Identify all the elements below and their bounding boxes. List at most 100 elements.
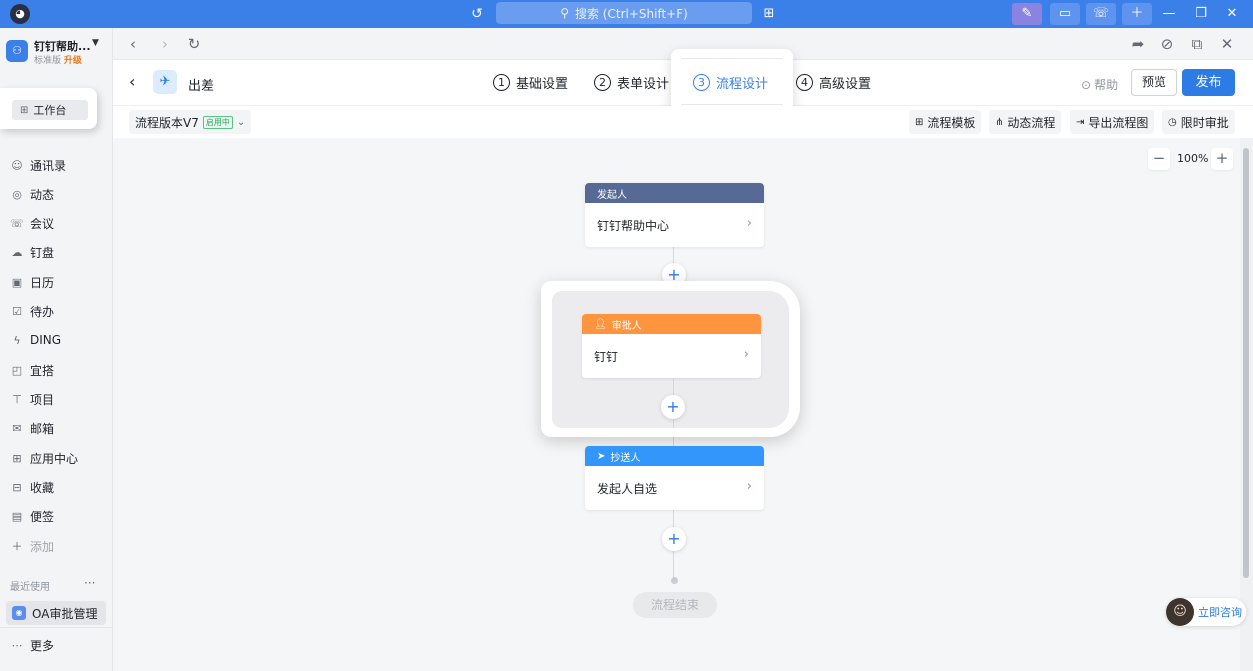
plus-icon: ＋ [11,540,23,553]
version-selector[interactable]: 流程版本V7 启用中 ⌄ [129,110,252,134]
search-icon: ⚲ [560,6,569,20]
workbench-icon: ⊞ [20,104,29,116]
back-nav-icon[interactable]: ‹ [123,34,143,54]
tab-advanced-settings[interactable]: 4 高级设置 [796,73,871,92]
ai-assistant-icon[interactable]: ✎ [1012,3,1042,25]
sidebar-item-note[interactable]: ▤ 便签 [10,504,106,528]
sidebar-item-mail[interactable]: ✉ 邮箱 [10,416,106,440]
add-node-button[interactable]: + [661,395,685,419]
recent-section-label: 最近使用 [10,582,50,593]
drive-icon: ☁ [11,245,23,259]
scrollbar-thumb[interactable] [1243,148,1249,578]
initiator-node[interactable]: 发起人 钉钉帮助中心 › [585,183,764,247]
sidebar-item-ding[interactable]: ϟ DING [10,328,106,352]
search-input[interactable]: ⚲ 搜索 (Ctrl+Shift+F) [496,2,752,24]
process-toolbar: 流程版本V7 启用中 ⌄ ⊞ 流程模板 ⋔ 动态流程 ⇥ 导出流程图 ◷ 限时审… [113,106,1253,138]
approver-node[interactable]: 👤︎ 审批人 钉钉 › [582,314,761,378]
org-switcher[interactable]: ⚇ 钉钉帮助... ▼ 标准版 升级 [6,38,110,68]
close-icon[interactable]: ✕ [1221,3,1243,25]
dynamic-process-button[interactable]: ⋔ 动态流程 [989,110,1062,134]
feed-icon: ◎ [12,187,22,201]
hierarchy-icon: ⋔ [995,116,1004,128]
ding-icon: ϟ [13,333,21,347]
close-page-icon[interactable]: ✕ [1217,34,1237,54]
form-title: 出差 [188,79,215,94]
sidebar-item-feed[interactable]: ◎ 动态 [10,182,106,206]
link-icon[interactable]: ⊘ [1157,34,1177,54]
back-arrow-icon[interactable]: ‹ [129,72,135,91]
clock-icon: ◷ [1168,116,1177,128]
sidebar-item-add[interactable]: ＋ 添加 [10,534,106,558]
restore-icon[interactable]: ❐ [1190,3,1212,25]
recent-item-oa[interactable]: ◉ OA审批管理 [6,601,106,625]
highlight-rule [681,58,783,59]
more-options-icon[interactable]: ··· [84,576,95,590]
send-icon: ➤ [597,450,606,462]
chevron-down-icon: ⌄ [236,116,246,128]
agent-avatar: ☺ [1166,598,1194,626]
highlight-rule [681,104,783,105]
template-icon: ⊞ [915,116,924,128]
share-icon[interactable]: ➦ [1128,34,1148,54]
chevron-right-icon: › [746,216,752,231]
end-dot [671,577,678,584]
node-body: 钉钉帮助中心 › [597,216,752,233]
screen-share-icon[interactable]: ▭ [1050,3,1080,25]
sidebar-item-workbench[interactable]: ⊞ 工作台 [12,100,88,120]
cc-node[interactable]: ➤ 抄送人 发起人自选 › [585,446,764,510]
node-body: 发起人自选 › [597,479,752,496]
add-icon[interactable]: ＋ [1122,3,1152,25]
zoom-in-button[interactable]: + [1211,148,1233,170]
sidebar-item-yida[interactable]: ◰ 宜搭 [10,358,106,382]
airplane-icon: ✈ [153,70,177,94]
sidebar-item-contacts[interactable]: ☺ 通讯录 [10,153,106,177]
tab-process-design[interactable]: 3 流程设计 [693,73,768,92]
sidebar-item-drive[interactable]: ☁ 钉盘 [10,240,106,264]
consult-button[interactable]: ☺ 立即咨询 [1166,598,1246,626]
sidebar-item-app-center[interactable]: ⊞ 应用中心 [10,446,106,470]
status-badge: 启用中 [202,115,233,129]
refresh-icon[interactable]: ↻ [184,34,204,54]
preview-button[interactable]: 预览 [1131,69,1177,96]
project-icon: ⊤ [12,392,22,406]
sidebar-item-todo[interactable]: ☑ 待办 [10,299,106,323]
dingtalk-logo-icon[interactable]: ◕ [10,4,30,24]
publish-button[interactable]: 发布 [1182,69,1235,96]
org-name: 钉钉帮助... [34,40,91,53]
sidebar-divider [0,627,112,628]
todo-icon: ☑ [12,304,22,318]
sidebar-item-favorites[interactable]: ⊟ 收藏 [10,475,106,499]
help-link[interactable]: ⊙ 帮助 [1081,76,1118,93]
time-limit-button[interactable]: ◷ 限时审批 [1162,110,1235,134]
chevron-down-icon: ▼ [92,38,99,48]
grid-plus-icon[interactable]: ⊞ [760,5,778,23]
tab-basic-settings[interactable]: 1 基础设置 [493,73,568,92]
open-window-icon[interactable]: ⧉ [1187,34,1207,54]
add-node-button[interactable]: + [662,527,686,551]
note-icon: ▤ [11,509,23,523]
help-icon: ⊙ [1081,77,1092,92]
upgrade-link[interactable]: 升级 [64,56,82,66]
sidebar-item-meeting[interactable]: ☏ 会议 [10,211,106,235]
sidebar-item-project[interactable]: ⊤ 项目 [10,387,106,411]
process-canvas[interactable]: − 100% + 发起人 钉钉帮助中心 › + ▼ 👤︎ 审批人 钉钉 › + … [113,138,1240,671]
chevron-right-icon: › [746,479,752,494]
forward-nav-icon[interactable]: › [155,34,175,54]
process-end-label: 流程结束 [633,592,717,618]
vertical-scrollbar[interactable] [1240,138,1253,671]
more-icon: ⋯ [11,638,23,652]
process-template-button[interactable]: ⊞ 流程模板 [909,110,982,134]
favorites-icon: ⊟ [12,480,22,494]
sidebar-item-more[interactable]: ⋯ 更多 [10,633,106,657]
export-diagram-button[interactable]: ⇥ 导出流程图 [1070,110,1155,134]
mail-icon: ✉ [12,421,22,435]
zoom-level: 100% [1177,152,1209,165]
call-icon[interactable]: ☏ [1086,3,1116,25]
history-icon[interactable]: ↺ [468,5,486,23]
tab-form-design[interactable]: 2 表单设计 [594,73,669,92]
zoom-out-button[interactable]: − [1148,148,1170,170]
sidebar-item-calendar[interactable]: ▣ 日历 [10,270,106,294]
person-icon: 👤︎ [594,318,607,330]
export-icon: ⇥ [1076,116,1085,128]
minimize-icon[interactable]: — [1158,3,1180,25]
